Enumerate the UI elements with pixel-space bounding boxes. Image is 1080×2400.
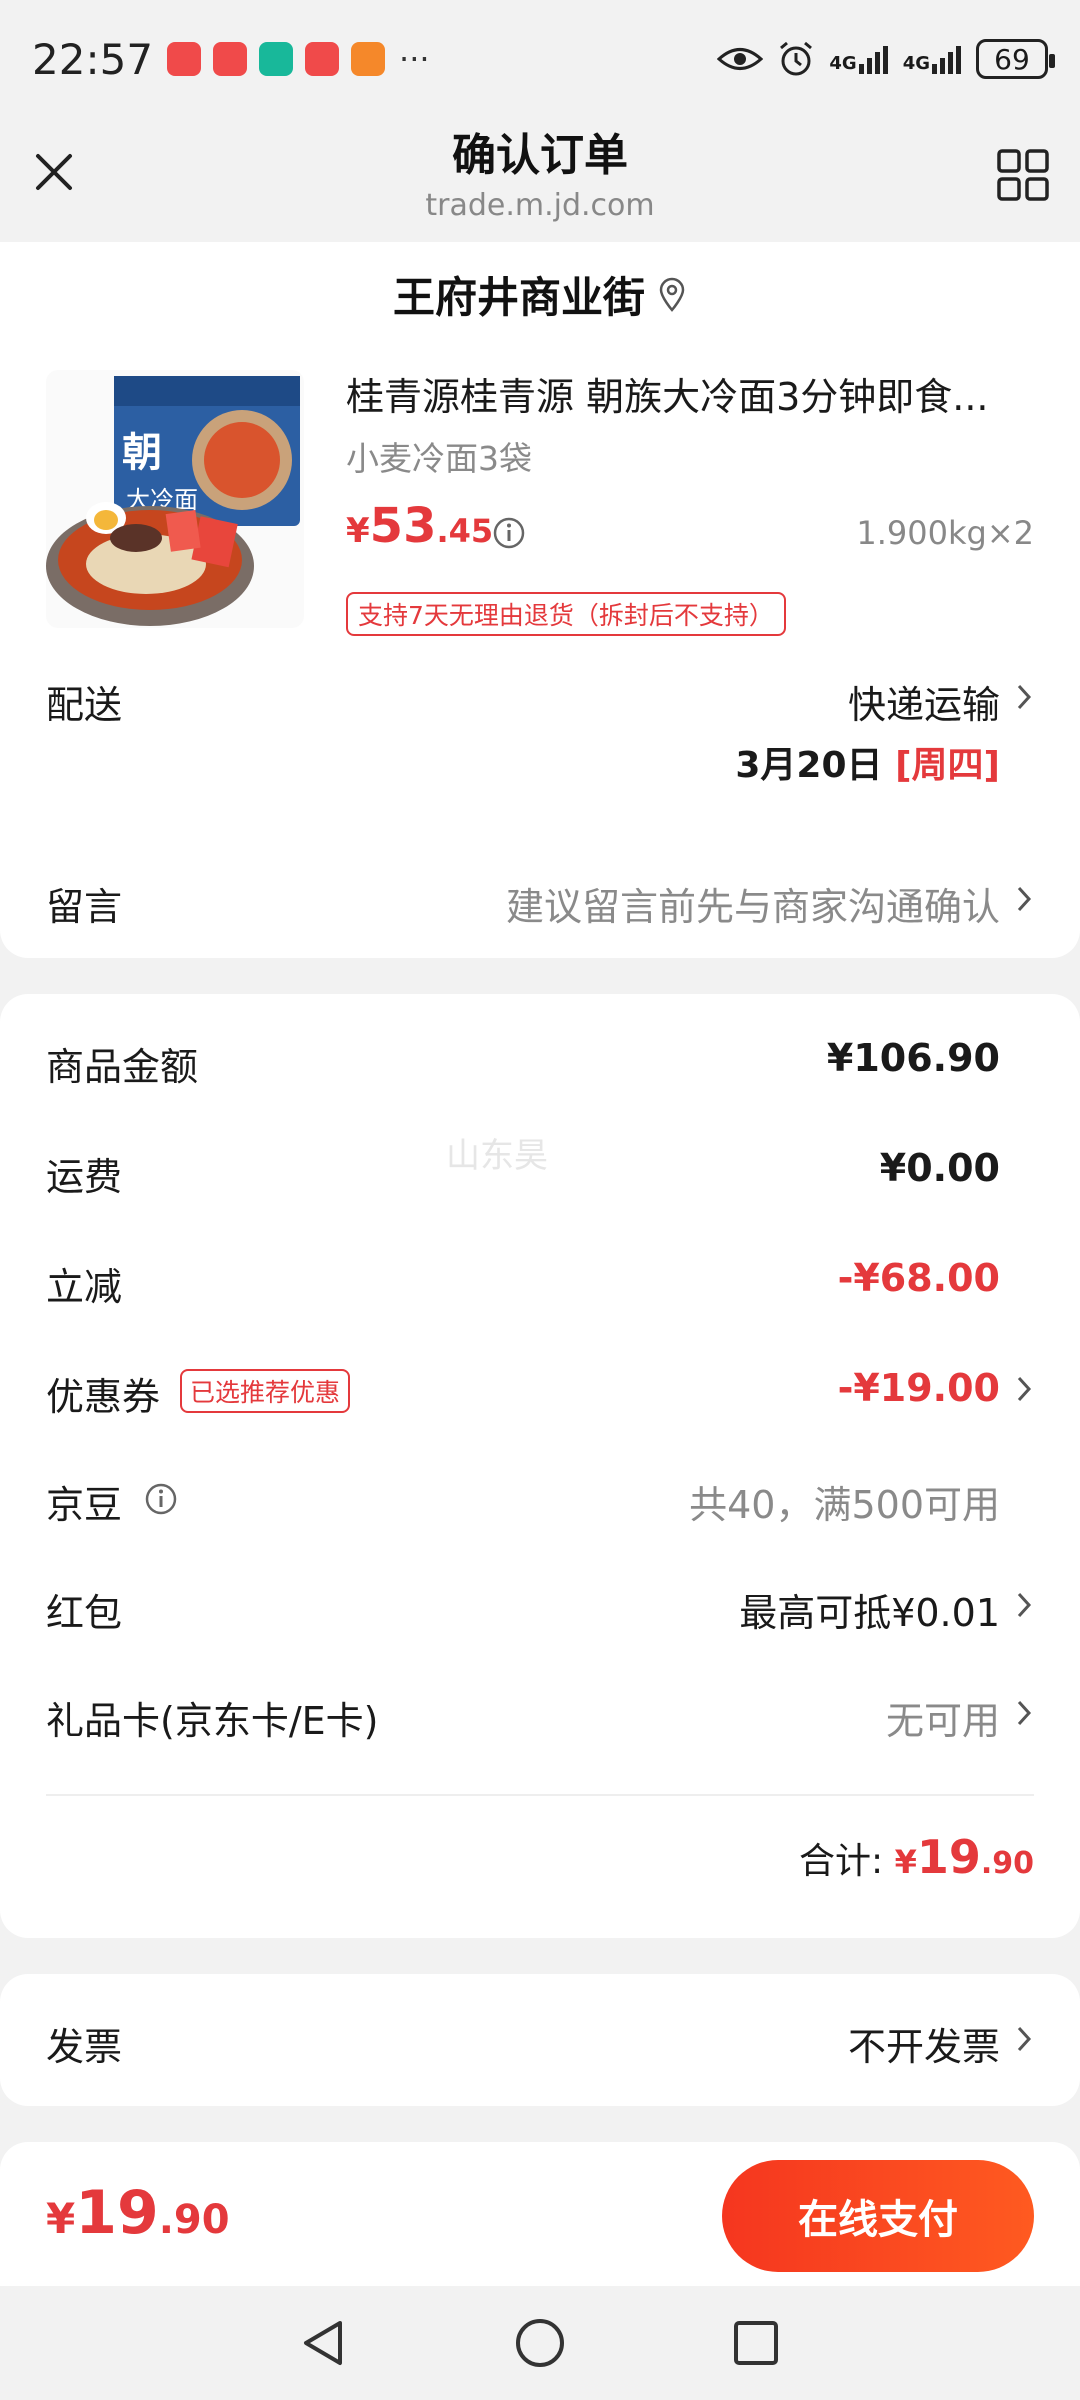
coupon-value[interactable]: -¥19.00	[838, 1366, 1000, 1410]
signal-icon: 4G	[829, 44, 888, 74]
nav-bar: 确认订单 trade.m.jd.com	[0, 118, 1080, 242]
gift-card-value[interactable]: 无可用	[886, 1690, 1000, 1745]
chevron-right-icon[interactable]	[1014, 1696, 1034, 1730]
invoice-value[interactable]: 不开发票	[848, 2016, 1000, 2071]
divider	[46, 1794, 1034, 1796]
product-image[interactable]: 朝 大冷面	[46, 370, 304, 628]
address-text: 王府井商业街	[392, 273, 645, 322]
signal-icon: 4G	[903, 44, 962, 74]
subtotal-integer: 19	[916, 1830, 981, 1884]
app-notification-icon	[305, 42, 340, 76]
subtotal-decimal: .90	[980, 1846, 1034, 1881]
page-title: 确认订单	[452, 130, 628, 181]
delivery-address[interactable]: 王府井商业街	[0, 264, 1080, 325]
coupon-badge: 已选推荐优惠	[180, 1369, 351, 1413]
product-weight: 1.900kg×2	[856, 514, 1034, 552]
price-integer: 53	[369, 498, 437, 554]
chevron-right-icon[interactable]	[1014, 2022, 1034, 2056]
grid-menu-icon[interactable]	[996, 148, 1050, 202]
svg-text:朝: 朝	[122, 430, 162, 476]
delivery-date: 3月20日 [周四]	[735, 736, 1000, 788]
delivery-label: 配送	[46, 683, 123, 727]
page-url: trade.m.jd.com	[425, 188, 655, 223]
subtotal: 合计: ¥19.90	[799, 1830, 1034, 1884]
discount-value: -¥68.00	[837, 1256, 1000, 1300]
shipping-value: ¥0.00	[879, 1146, 1000, 1190]
return-policy-badge: 支持7天无理由退货（拆封后不支持）	[346, 592, 786, 636]
recents-icon[interactable]	[728, 2315, 784, 2371]
status-time: 22:57	[32, 34, 154, 84]
checkout-bar: ¥19.90 在线支付	[0, 2142, 1080, 2286]
pay-decimal: .90	[158, 2197, 230, 2243]
invoice-label: 发票	[46, 2025, 123, 2069]
pay-currency: ¥	[46, 2194, 76, 2243]
online-pay-button[interactable]: 在线支付	[722, 2160, 1034, 2272]
shipping-label: 运费	[46, 1155, 123, 1199]
pay-integer: 19	[75, 2178, 159, 2248]
subtotal-currency: ¥	[894, 1843, 917, 1881]
notification-icons	[167, 42, 386, 76]
home-icon[interactable]	[512, 2315, 568, 2371]
battery-level: 69	[994, 42, 1030, 76]
app-notification-icon	[213, 42, 248, 76]
goods-amount-label: 商品金额	[46, 1045, 199, 1089]
delivery-weekday: [周四]	[895, 745, 1000, 786]
price-currency: ¥	[346, 511, 370, 551]
product-price: ¥53.45	[346, 498, 493, 554]
delivery-date-text: 3月20日	[735, 745, 883, 786]
app-notification-icon	[167, 42, 202, 76]
pay-total: ¥19.90	[46, 2178, 230, 2248]
goods-amount-value: ¥106.90	[826, 1036, 1000, 1080]
chevron-right-icon[interactable]	[1014, 1372, 1034, 1406]
price-decimal: .45	[436, 512, 494, 550]
chevron-right-icon[interactable]	[1014, 1588, 1034, 1622]
product-spec: 小麦冷面3袋	[346, 439, 532, 478]
app-notification-icon	[351, 42, 386, 76]
network-type: 4G	[902, 53, 930, 74]
more-notifications-icon: ···	[399, 40, 430, 78]
status-bar: 22:57 ··· 4G 4G 69	[0, 0, 1080, 118]
red-packet-label: 红包	[46, 1591, 123, 1635]
battery-icon: 69	[976, 39, 1055, 79]
product-title[interactable]: 桂青源桂青源 朝族大冷面3分钟即食...	[346, 366, 1036, 421]
invoice-card[interactable]: 发票 不开发票	[0, 1974, 1080, 2106]
chevron-right-icon[interactable]	[1014, 882, 1034, 916]
gift-card-label: 礼品卡(京东卡/E卡)	[46, 1699, 379, 1743]
watermark-text: 山东昊	[446, 1136, 548, 1176]
app-notification-icon	[259, 42, 294, 76]
red-packet-value[interactable]: 最高可抵¥0.01	[739, 1582, 1000, 1637]
delivery-method[interactable]: 快递运输	[848, 674, 1000, 729]
subtotal-label: 合计:	[798, 1841, 884, 1882]
back-icon[interactable]	[296, 2315, 352, 2371]
jingdou-value: 共40，满500可用	[689, 1483, 1000, 1527]
discount-label: 立减	[46, 1265, 123, 1309]
info-icon[interactable]	[144, 1482, 178, 1516]
alarm-icon	[780, 41, 813, 76]
order-card: 王府井商业街 朝 大冷面 桂青源桂青源 朝族大冷面3分钟即食... 小麦冷面3袋	[0, 242, 1080, 958]
network-type: 4G	[829, 53, 857, 74]
message-label: 留言	[46, 885, 123, 929]
message-input[interactable]: 建议留言前先与商家沟通确认	[506, 876, 1000, 931]
chevron-right-icon[interactable]	[1014, 680, 1034, 714]
eye-icon	[717, 48, 764, 70]
coupon-label: 优惠券	[46, 1375, 161, 1419]
system-navigation-bar	[0, 2286, 1080, 2400]
location-pin-icon	[659, 277, 685, 312]
jingdou-label: 京豆	[46, 1483, 123, 1527]
price-info-icon[interactable]	[492, 516, 526, 550]
